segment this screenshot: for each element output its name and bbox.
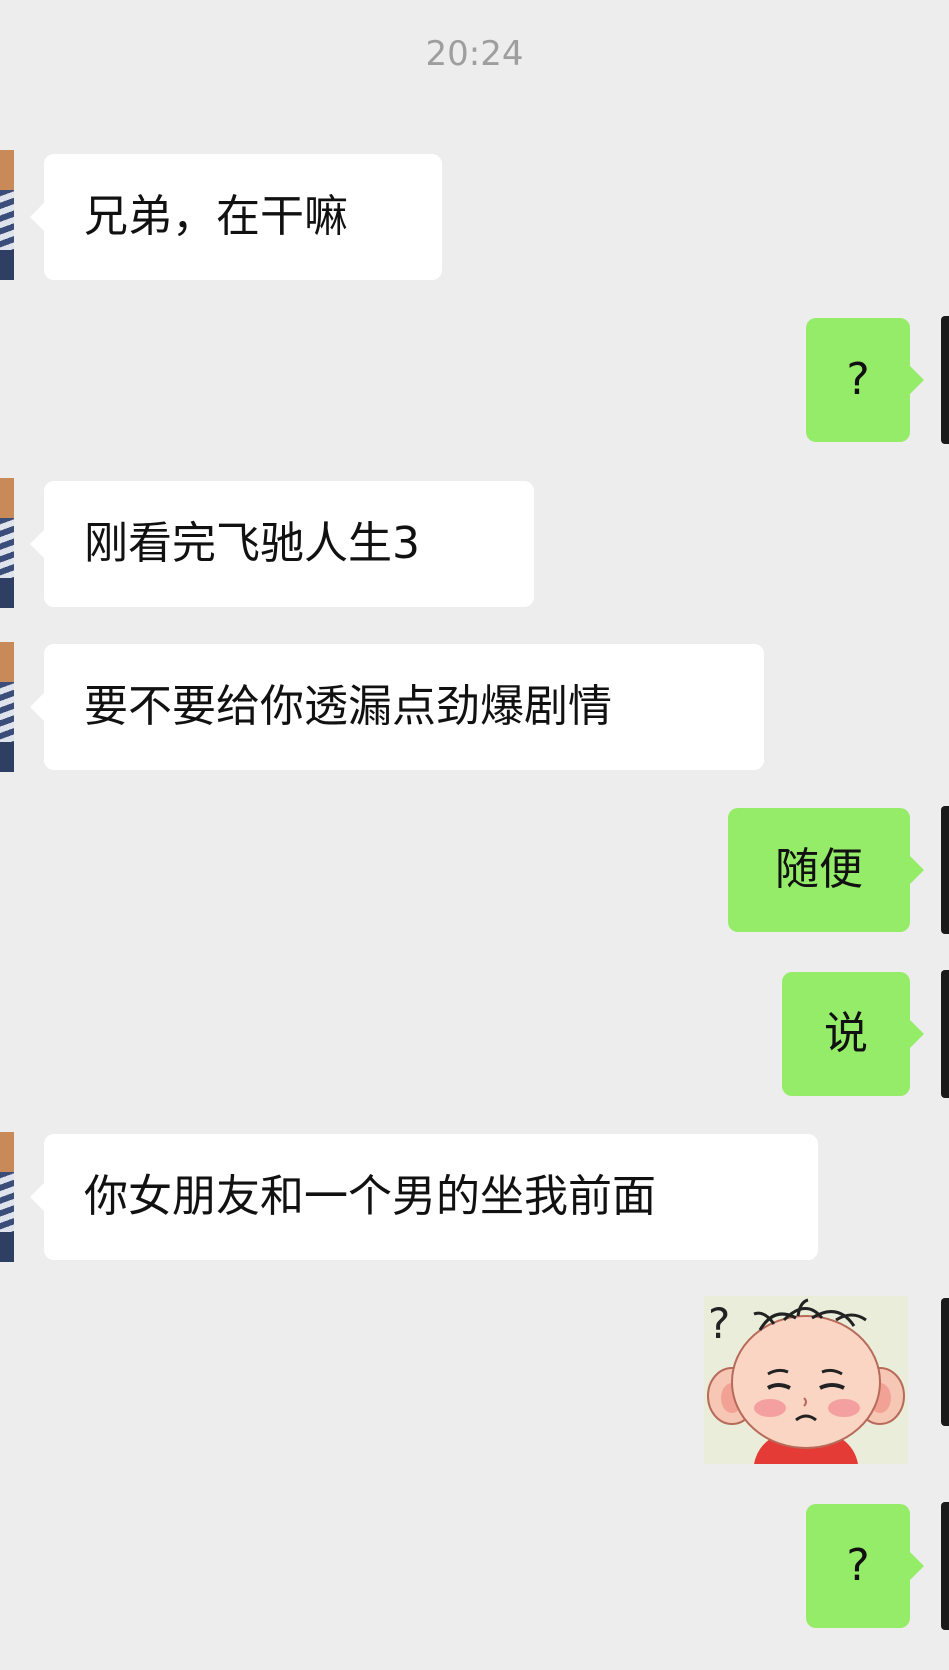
message-text: ? xyxy=(846,354,870,405)
contact-avatar[interactable] xyxy=(0,1132,14,1262)
message-text: 你女朋友和一个男的坐我前面 xyxy=(84,1171,656,1222)
my-avatar[interactable] xyxy=(941,1502,949,1630)
message-text: 说 xyxy=(824,1008,868,1059)
chat-timestamp: 20:24 xyxy=(425,34,524,74)
my-avatar[interactable] xyxy=(941,970,949,1098)
my-avatar[interactable] xyxy=(941,806,949,934)
contact-avatar[interactable] xyxy=(0,642,14,772)
incoming-message-bubble[interactable]: 你女朋友和一个男的坐我前面 xyxy=(30,1134,818,1260)
message-text: ? xyxy=(846,1540,870,1591)
confused-face-sticker[interactable]: ? xyxy=(704,1296,908,1464)
message-text: 兄弟，在干嘛 xyxy=(84,191,348,242)
outgoing-message-bubble[interactable]: 随便 xyxy=(728,808,924,932)
contact-avatar[interactable] xyxy=(0,150,14,280)
outgoing-message-bubble[interactable]: 说 xyxy=(782,972,924,1096)
incoming-message-bubble[interactable]: 刚看完飞驰人生3 xyxy=(30,481,534,607)
outgoing-message-bubble[interactable]: ? xyxy=(806,318,924,442)
message-text: 随便 xyxy=(775,844,863,895)
confused-face-illustration: ? xyxy=(704,1296,908,1464)
message-text: 刚看完飞驰人生3 xyxy=(84,518,420,569)
sticker-question-mark: ? xyxy=(708,1299,730,1348)
message-text: 要不要给你透漏点劲爆剧情 xyxy=(84,681,612,732)
my-avatar[interactable] xyxy=(941,1298,949,1426)
contact-avatar[interactable] xyxy=(0,478,14,608)
my-avatar[interactable] xyxy=(941,316,949,444)
outgoing-message-bubble[interactable]: ? xyxy=(806,1504,924,1628)
incoming-message-bubble[interactable]: 兄弟，在干嘛 xyxy=(30,154,442,280)
incoming-message-bubble[interactable]: 要不要给你透漏点劲爆剧情 xyxy=(30,644,764,770)
